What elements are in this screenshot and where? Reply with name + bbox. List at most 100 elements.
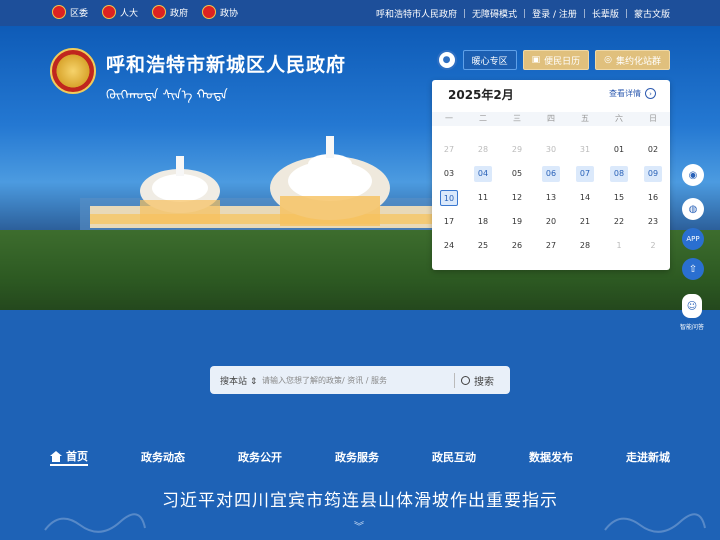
top-bar: 区委 人大 政府 政协 呼和浩特市人民政府 | 无障碍模式 | 登录 / 注册 | 长… bbox=[0, 0, 720, 26]
top-right-links: 呼和浩特市人民政府 | 无障碍模式 | 登录 / 注册 | 长辈版 | 蒙古文版 bbox=[375, 7, 670, 21]
calendar-icon: ▣ bbox=[531, 55, 541, 65]
warm-heart-logo-icon: ● bbox=[436, 50, 457, 70]
calendar-day[interactable]: 02 bbox=[644, 142, 662, 158]
top-link-label: 政协 bbox=[220, 8, 239, 19]
chevron-updown-icon: ⇕ bbox=[249, 376, 258, 387]
calendar-day[interactable]: 06 bbox=[542, 166, 560, 182]
nav-public-interaction[interactable]: 政民互动 bbox=[432, 448, 476, 466]
mongolian-title: ᠬᠥᠬᠡᠬᠣᠲᠠ ᠰᠢᠨ᠎ᠡ ᠬᠣᠲᠠ bbox=[106, 88, 228, 103]
top-link-party[interactable]: 区委 bbox=[52, 5, 88, 19]
calendar-day[interactable]: 11 bbox=[474, 190, 492, 206]
cppcc-emblem-icon bbox=[202, 5, 217, 19]
top-link-government[interactable]: 政府 bbox=[152, 5, 188, 19]
search-button[interactable]: 搜索 bbox=[454, 372, 510, 388]
calendar-day[interactable]: 23 bbox=[644, 214, 662, 230]
calendar-day[interactable]: 26 bbox=[508, 238, 526, 254]
calendar-day[interactable]: 28 bbox=[576, 238, 594, 254]
party-emblem-icon bbox=[52, 5, 66, 19]
calendar-weekday: 一 bbox=[445, 114, 453, 123]
site-cluster-label: 集约化站群 bbox=[615, 56, 661, 67]
headline-news[interactable]: 习近平对四川宜宾市筠连县山体滑坡作出重要指示 bbox=[0, 486, 720, 511]
calendar-month-title: 2025年2月 bbox=[448, 88, 514, 102]
calendar-day[interactable]: 13 bbox=[542, 190, 560, 206]
calendar-day[interactable]: 30 bbox=[542, 142, 560, 158]
citizen-calendar-button[interactable]: ▣ 便民日历 bbox=[522, 50, 590, 70]
site-title: 呼和浩特市新城区人民政府 bbox=[106, 54, 347, 76]
calendar-day[interactable]: 14 bbox=[576, 190, 594, 206]
header-buttons: ● 暖心专区 ▣ 便民日历 ◎ 集约化站群 bbox=[436, 50, 670, 70]
app-button[interactable]: APP bbox=[682, 228, 704, 250]
nav-home[interactable]: 首页 bbox=[50, 448, 88, 466]
robot-assistant-label: 智能问答 bbox=[680, 324, 705, 331]
main-nav: 首页 政务动态 政务公开 政务服务 政民互动 数据发布 走进新城 bbox=[50, 448, 670, 466]
search-scope-select[interactable]: 搜本站 ⇕ bbox=[210, 374, 262, 387]
warm-heart-zone-button[interactable]: 暖心专区 bbox=[462, 50, 517, 70]
calendar-day[interactable]: 09 bbox=[644, 166, 662, 182]
calendar-day[interactable]: 16 bbox=[644, 190, 662, 206]
calendar-day[interactable]: 28 bbox=[474, 142, 492, 158]
chevron-down-icon[interactable]: ︾ bbox=[354, 518, 364, 533]
calendar-day[interactable]: 27 bbox=[440, 142, 458, 158]
weibo-icon[interactable]: ◍ bbox=[682, 198, 704, 220]
calendar-day[interactable]: 01 bbox=[610, 142, 628, 158]
calendar-weekday: 三 bbox=[513, 114, 521, 123]
calendar-panel: 2025年2月 查看详情 › 一 二 三 四 五 六 日 27 28 29 30 31 01 02 03 04… bbox=[432, 80, 670, 270]
link-login-register[interactable]: 登录 / 注册 bbox=[532, 7, 577, 20]
search-scope-label: 搜本站 bbox=[220, 376, 248, 387]
calendar-day[interactable]: 18 bbox=[474, 214, 492, 230]
nav-label: 首页 bbox=[66, 450, 88, 463]
location-icon: ◎ bbox=[604, 55, 612, 65]
calendar-day[interactable]: 25 bbox=[474, 238, 492, 254]
calendar-day[interactable]: 03 bbox=[440, 166, 458, 182]
arrow-right-icon: › bbox=[645, 88, 656, 99]
search-input[interactable]: 请输入您想了解的政策/ 资讯 / 服务 bbox=[262, 375, 454, 386]
top-link-label: 政府 bbox=[170, 8, 189, 19]
link-accessibility[interactable]: 无障碍模式 bbox=[472, 7, 517, 20]
calendar-day[interactable]: 22 bbox=[610, 214, 628, 230]
national-emblem-icon bbox=[152, 5, 167, 19]
calendar-weekday: 六 bbox=[615, 114, 623, 123]
link-elder-version[interactable]: 长辈版 bbox=[592, 7, 619, 20]
calendar-day[interactable]: 12 bbox=[508, 190, 526, 206]
back-to-top-icon[interactable]: ⇧ bbox=[682, 258, 704, 280]
calendar-day[interactable]: 1 bbox=[610, 238, 628, 254]
nav-government-services[interactable]: 政务服务 bbox=[335, 448, 379, 466]
calendar-day[interactable]: 10 bbox=[440, 190, 458, 206]
top-left-links: 区委 人大 政府 政协 bbox=[52, 5, 238, 19]
calendar-weekdays: 一二三四五六日 bbox=[432, 112, 670, 126]
calendar-day[interactable]: 05 bbox=[508, 166, 526, 182]
calendar-day[interactable]: 31 bbox=[576, 142, 594, 158]
calendar-weekday: 五 bbox=[581, 114, 589, 123]
nav-government-news[interactable]: 政务动态 bbox=[141, 448, 185, 466]
calendar-day[interactable]: 27 bbox=[542, 238, 560, 254]
top-link-label: 区委 bbox=[70, 8, 89, 19]
calendar-weekday: 四 bbox=[547, 114, 555, 123]
calendar-day[interactable]: 04 bbox=[474, 166, 492, 182]
national-emblem-icon bbox=[102, 5, 117, 19]
calendar-header: 2025年2月 查看详情 › bbox=[432, 80, 670, 108]
top-link-cppcc[interactable]: 政协 bbox=[202, 5, 238, 19]
link-mongolian-version[interactable]: 蒙古文版 bbox=[634, 7, 670, 20]
nav-government-disclosure[interactable]: 政务公开 bbox=[238, 448, 282, 466]
calendar-day[interactable]: 24 bbox=[440, 238, 458, 254]
calendar-day[interactable]: 15 bbox=[610, 190, 628, 206]
nav-about-xincheng[interactable]: 走进新城 bbox=[626, 448, 670, 466]
calendar-day[interactable]: 29 bbox=[508, 142, 526, 158]
citizen-calendar-label: 便民日历 bbox=[544, 56, 581, 67]
nav-data-release[interactable]: 数据发布 bbox=[529, 448, 573, 466]
calendar-details-link[interactable]: 查看详情 › bbox=[609, 88, 656, 99]
wechat-icon[interactable]: ◉ bbox=[682, 164, 704, 186]
calendar-day[interactable]: 17 bbox=[440, 214, 458, 230]
calendar-weekday: 二 bbox=[479, 114, 487, 123]
site-cluster-button[interactable]: ◎ 集约化站群 bbox=[595, 50, 670, 70]
calendar-day[interactable]: 21 bbox=[576, 214, 594, 230]
top-link-congress[interactable]: 人大 bbox=[102, 5, 138, 19]
calendar-day[interactable]: 2 bbox=[644, 238, 662, 254]
calendar-day[interactable]: 20 bbox=[542, 214, 560, 230]
calendar-day[interactable]: 08 bbox=[610, 166, 628, 182]
link-city-government[interactable]: 呼和浩特市人民政府 bbox=[376, 7, 457, 20]
calendar-day[interactable]: 07 bbox=[576, 166, 594, 182]
robot-assistant-icon[interactable]: ☺ bbox=[682, 294, 702, 318]
calendar-day[interactable]: 19 bbox=[508, 214, 526, 230]
top-link-label: 人大 bbox=[120, 8, 139, 19]
